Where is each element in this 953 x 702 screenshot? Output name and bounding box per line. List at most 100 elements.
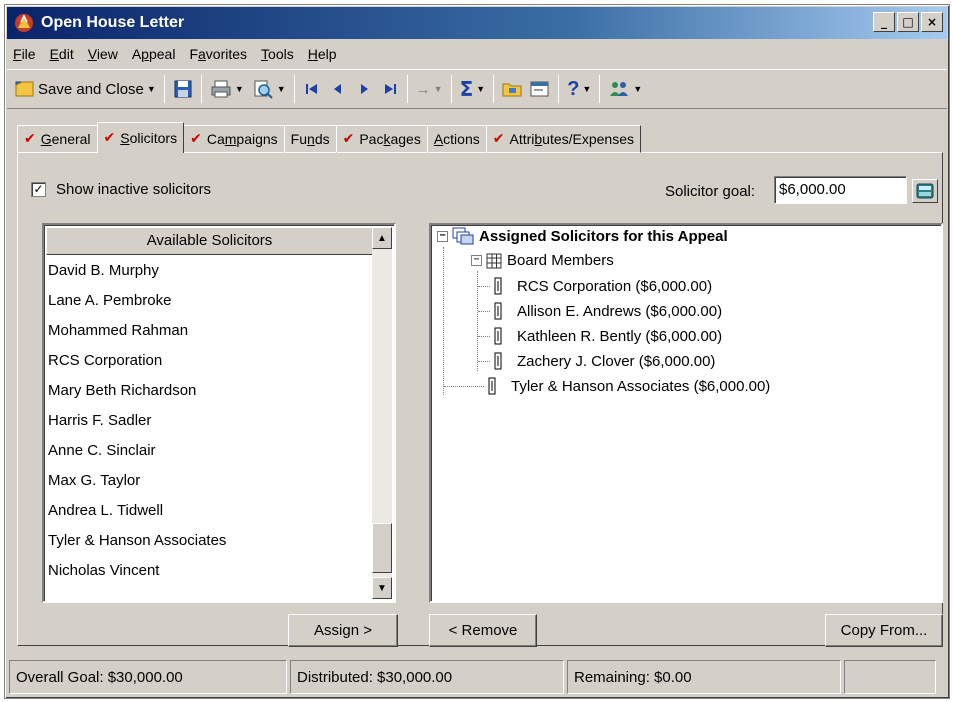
print-button[interactable]: ▼ [206,74,248,104]
tree-leaf-node[interactable]: Tyler & Hanson Associates ($6,000.00) [444,377,770,395]
collapse-icon[interactable]: − [437,230,448,242]
tab-packages[interactable]: ✔ Pac k ages [335,125,428,153]
list-item[interactable]: Tyler & Hanson Associates [48,526,370,556]
next-record-button[interactable] [351,74,377,104]
save-button[interactable] [169,74,197,104]
folder-button[interactable] [498,74,526,104]
solicitor-goal-label: Solicitor goal: [665,183,756,200]
list-item[interactable]: Andrea L. Tidwell [48,496,370,526]
list-item[interactable]: David B. Murphy [48,256,370,286]
people-tools-icon [610,82,629,96]
calculator-button[interactable] [912,179,938,203]
tree-line [443,247,444,395]
menu-appeal[interactable]: Appeal [132,46,176,62]
menu-file[interactable]: File [13,46,36,62]
status-distributed: Distributed: $30,000.00 [290,660,564,694]
minimize-button[interactable]: _ [873,12,895,32]
tab-general[interactable]: ✔ General [17,125,98,153]
remove-button[interactable]: < Remove [429,614,537,647]
save-and-close-button[interactable]: Save and Close ▼ [11,74,160,104]
list-item[interactable]: RCS Corporation [48,346,370,376]
tab-strip: ✔ General ✔ Solicitors ✔ Ca m paigns Fu n ds ✔ P… [17,122,642,153]
tree-leaf-node[interactable]: Allison E. Andrews ($6,000.00) [478,302,722,320]
toolbar-separator [493,75,495,103]
list-item[interactable]: Anne C. Sinclair [48,436,370,466]
check-mark-icon: ✔ [342,131,355,147]
tree-root-node[interactable]: − Assigned Solicitors for this Appeal [437,227,728,245]
list-item[interactable]: Harris F. Sadler [48,406,370,436]
menu-help[interactable]: Help [308,46,337,62]
list-item[interactable]: Lane A. Pembroke [48,286,370,316]
previous-record-button[interactable] [325,74,351,104]
list-item[interactable]: Max G. Taylor [48,466,370,496]
show-inactive-label: Show inactive solicitors [56,181,212,198]
assigned-group-icon [452,227,474,245]
available-solicitors-scrollbar[interactable]: ▲ ▼ [372,227,392,599]
available-solicitors-list[interactable]: Available Solicitors David B. Murphy Lan… [42,223,396,603]
solicitor-icon [494,277,502,295]
print-preview-button[interactable]: ▼ [248,74,290,104]
maximize-button[interactable]: □ [897,12,919,32]
chevron-down-icon[interactable]: ▼ [633,84,642,94]
tree-leaf-node[interactable]: Zachery J. Clover ($6,000.00) [478,352,715,370]
chevron-down-icon[interactable]: ▼ [147,84,156,94]
tree-leaf-node[interactable]: RCS Corporation ($6,000.00) [478,277,712,295]
tab-attributes-expenses[interactable]: ✔ Attri b utes/Expenses [485,125,642,153]
tools-button[interactable]: ▼ [604,74,646,104]
menu-favorites[interactable]: Favorites [189,46,247,62]
scroll-down-button[interactable]: ▼ [372,577,392,599]
close-button[interactable]: × [921,12,943,32]
folder-icon [502,83,522,97]
solicitor-icon [494,327,502,345]
chevron-down-icon[interactable]: ▼ [476,84,485,94]
chevron-down-icon: ▼ [433,84,443,94]
tree-group-node[interactable]: − Board Members [471,252,614,269]
summary-button[interactable]: Σ ▼ [456,74,490,104]
next-record-icon [360,84,368,94]
solicitor-goal-input[interactable]: $6,000.00 [774,176,907,204]
title-bar[interactable]: Open House Letter _ □ × [7,7,947,39]
main-window: Open House Letter _ □ × File Edit View A… [4,4,950,699]
collapse-icon[interactable]: − [471,255,482,266]
menu-bar: File Edit View Appeal Favorites Tools He… [7,41,947,67]
status-remaining: Remaining: $0.00 [567,660,841,694]
tab-campaigns[interactable]: ✔ Ca m paigns [183,125,285,153]
save-close-icon [15,81,34,97]
floppy-disk-icon [174,80,192,98]
list-item[interactable]: Nicholas Vincent [48,556,370,586]
list-item[interactable]: Mary Beth Richardson [48,376,370,406]
first-record-button[interactable] [299,74,325,104]
tree-leaf-node[interactable]: Kathleen R. Bently ($6,000.00) [478,327,722,345]
chevron-down-icon[interactable]: ▼ [582,84,591,94]
app-logo-icon [13,12,35,34]
tab-funds[interactable]: Fu n ds [283,125,337,153]
list-item[interactable]: Mohammed Rahman [48,316,370,346]
scroll-up-button[interactable]: ▲ [372,227,392,249]
check-mark-icon: ✔ [492,131,505,147]
toolbar-separator [293,75,295,103]
toolbar: Save and Close ▼ ▼ ▼ → ▼ Σ ▼ ? ▼ ▼ [7,69,947,109]
check-mark-icon: ✔ [24,131,36,147]
status-empty-pane [844,660,936,694]
copy-from-button[interactable]: Copy From... [825,614,943,647]
assigned-solicitors-tree[interactable]: − Assigned Solicitors for this Appeal − … [429,223,943,603]
last-record-icon [384,84,396,94]
question-mark-icon: ? [567,77,580,100]
chevron-down-icon[interactable]: ▼ [277,84,286,94]
tab-solicitors[interactable]: ✔ Solicitors [96,122,185,153]
properties-button[interactable] [526,74,554,104]
menu-tools[interactable]: Tools [261,46,294,62]
assign-button[interactable]: Assign > [288,614,398,647]
scroll-thumb[interactable] [372,523,392,573]
show-inactive-checkbox[interactable]: ✓ [31,182,46,197]
last-record-button[interactable] [377,74,403,104]
help-button[interactable]: ? ▼ [563,74,595,104]
tab-actions[interactable]: Actions [426,125,487,153]
calculator-icon [916,183,934,199]
chevron-down-icon[interactable]: ▼ [235,84,244,94]
menu-view[interactable]: View [88,46,118,62]
menu-edit[interactable]: Edit [50,46,74,62]
solicitor-icon [494,302,502,320]
available-solicitors-header[interactable]: Available Solicitors [46,227,373,255]
arrow-right-icon: → [415,80,431,98]
